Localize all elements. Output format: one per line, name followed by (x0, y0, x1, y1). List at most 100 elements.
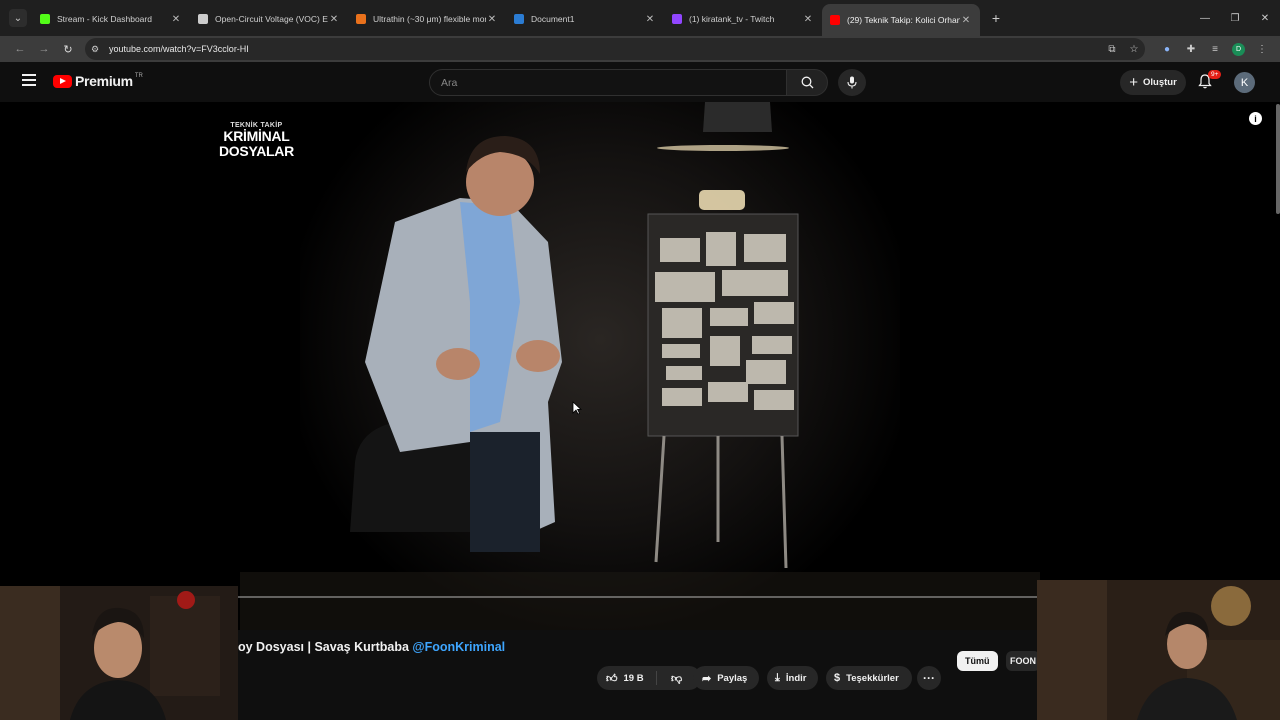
thumbs-down-icon: 👎︎ (671, 672, 683, 685)
kick-icon (40, 14, 50, 24)
url-text[interactable]: youtube.com/watch?v=FV3cclor-HI (109, 44, 1101, 54)
logo-text: Premium (75, 73, 133, 89)
close-tab-icon[interactable]: ✕ (802, 14, 814, 25)
video-title-text: oy Dosyası | Savaş Kurtbaba (238, 640, 413, 654)
globe-icon (198, 14, 208, 24)
notifications-button[interactable]: 9+ (1198, 70, 1222, 92)
notification-count-badge: 9+ (1208, 70, 1222, 79)
mouse-cursor-icon (572, 401, 582, 415)
more-actions-button[interactable]: ··· (917, 666, 941, 690)
youtube-header: Premium TR + Oluştur 9+ K (0, 62, 1280, 102)
page-scrollbar[interactable] (1276, 104, 1280, 214)
plus-icon: + (1129, 74, 1138, 91)
tab-title: Open-Circuit Voltage (VOC) Enl (215, 14, 328, 24)
thanks-label: Teşekkürler (846, 672, 899, 684)
channel-mention-link[interactable]: @FoonKriminal (412, 640, 505, 654)
search-input[interactable] (430, 70, 786, 95)
close-tab-icon[interactable]: ✕ (644, 14, 656, 25)
tab-title: (1) kiratank_tv - Twitch (689, 14, 775, 24)
tab-list: Stream - Kick Dashboard ✕ Open-Circuit Vol… (32, 0, 980, 36)
show-logo-line-3: DOSYALAR (219, 143, 294, 159)
close-tab-icon[interactable]: ✕ (328, 14, 340, 25)
voice-search-button[interactable] (838, 69, 866, 96)
video-player[interactable]: TEKNİK TAKİP KRİMİNAL DOSYALAR i (0, 102, 1280, 630)
browser-tab-strip: ⌄ Stream - Kick Dashboard ✕ Open-Circuit V… (0, 0, 1280, 36)
tab-title: Document1 (531, 14, 575, 24)
thanks-button[interactable]: $ Teşekkürler (826, 666, 912, 690)
reload-icon[interactable]: ↻ (56, 43, 80, 56)
new-tab-button[interactable]: + (986, 10, 1006, 26)
close-window-icon[interactable]: ✕ (1250, 13, 1280, 24)
board-light (699, 190, 745, 210)
site-info-icon[interactable]: ⚙ (91, 44, 105, 55)
create-button[interactable]: + Oluştur (1120, 70, 1186, 95)
floor-reflection (240, 572, 1040, 630)
download-icon: ⤓ (775, 671, 780, 684)
microphone-icon (847, 76, 857, 89)
share-button[interactable]: ➦ Paylaş (693, 666, 759, 690)
close-tab-icon[interactable]: ✕ (170, 14, 182, 25)
install-app-icon[interactable]: ⧉ (1101, 44, 1123, 55)
elsevier-icon (356, 14, 366, 24)
download-button[interactable]: ⤓ İndir (767, 666, 818, 690)
show-logo-line-2: KRİMİNAL (223, 128, 290, 144)
search-box (429, 69, 787, 96)
menu-icon[interactable] (22, 74, 36, 89)
browser-tab[interactable]: (1) kiratank_tv - Twitch ✕ (664, 4, 822, 34)
browser-menu-icon[interactable]: ⋮ (1250, 44, 1274, 55)
browser-toolbar: ← → ↻ ⚙ youtube.com/watch?v=FV3cclor-HI … (0, 36, 1280, 62)
browser-tab[interactable]: Document1 ✕ (506, 4, 664, 34)
more-icon: ··· (923, 671, 935, 685)
share-label: Paylaş (717, 672, 748, 684)
tab-title: (29) Teknik Takip: Kolici Orhan A (847, 15, 960, 25)
forward-icon[interactable]: → (32, 43, 56, 55)
extension-icon[interactable]: ● (1155, 44, 1179, 55)
dislike-button[interactable]: 👎︎ (657, 672, 682, 685)
share-arrow-icon: ➦ (702, 672, 712, 685)
video-progress-bar[interactable] (238, 596, 1038, 598)
browser-tab[interactable]: Ultrathin (~30 μm) flexible mon ✕ (348, 4, 506, 34)
chip-all[interactable]: Tümü (957, 651, 998, 671)
back-icon[interactable]: ← (8, 43, 32, 55)
youtube-play-icon (53, 74, 72, 88)
tab-title: Ultrathin (~30 μm) flexible mon (373, 14, 486, 24)
search-button[interactable] (786, 69, 828, 96)
webcam-overlay-right (1037, 580, 1280, 720)
close-tab-icon[interactable]: ✕ (960, 15, 972, 26)
webcam-right-scene (1037, 580, 1280, 720)
minimize-icon[interactable]: — (1190, 13, 1220, 24)
close-tab-icon[interactable]: ✕ (486, 14, 498, 25)
easel-legs (654, 435, 788, 569)
browser-tab[interactable]: Stream - Kick Dashboard ✕ (32, 4, 190, 34)
media-controls-icon[interactable]: ≡ (1203, 44, 1227, 55)
ceiling-lamp (703, 102, 772, 132)
tab-search-button[interactable]: ⌄ (9, 9, 27, 27)
webcam-overlay-left (0, 586, 238, 720)
window-controls: — ❐ ✕ (1190, 0, 1280, 36)
video-frame-scene (240, 102, 1040, 630)
like-button[interactable]: 👍︎ 19 B (597, 671, 657, 685)
puzzle-extensions-icon[interactable]: ✚ (1179, 44, 1203, 55)
word-icon (514, 14, 524, 24)
lamp-glow (657, 145, 789, 151)
restore-icon[interactable]: ❐ (1220, 13, 1250, 24)
super-thanks-icon: $ (834, 672, 841, 684)
info-icon[interactable]: i (1249, 112, 1262, 125)
youtube-premium-logo[interactable]: Premium TR (53, 73, 143, 89)
video-title: oy Dosyası | Savaş Kurtbaba @FoonKrimina… (238, 640, 505, 654)
twitch-icon (672, 14, 682, 24)
video-details: oy Dosyası | Savaş Kurtbaba @FoonKrimina… (238, 630, 1037, 720)
browser-tab[interactable]: (29) Teknik Takip: Kolici Orhan A ✕ (822, 4, 980, 36)
extensions-area: ● ✚ ≡ D ⋮ (1155, 36, 1274, 62)
address-bar[interactable]: ⚙ youtube.com/watch?v=FV3cclor-HI ⧉ ☆ (85, 38, 1145, 60)
profile-avatar[interactable]: D (1232, 42, 1245, 56)
show-logo: TEKNİK TAKİP KRİMİNAL DOSYALAR (219, 122, 294, 159)
logo-country-code: TR (134, 73, 143, 79)
thumbs-up-icon: 👍︎ (606, 672, 618, 685)
bookmark-star-icon[interactable]: ☆ (1123, 44, 1145, 55)
tab-title: Stream - Kick Dashboard (57, 14, 152, 24)
account-avatar[interactable]: K (1234, 72, 1255, 93)
chip-foon[interactable]: FOON (1006, 651, 1040, 671)
like-count: 19 B (623, 672, 644, 684)
browser-tab[interactable]: Open-Circuit Voltage (VOC) Enl ✕ (190, 4, 348, 34)
